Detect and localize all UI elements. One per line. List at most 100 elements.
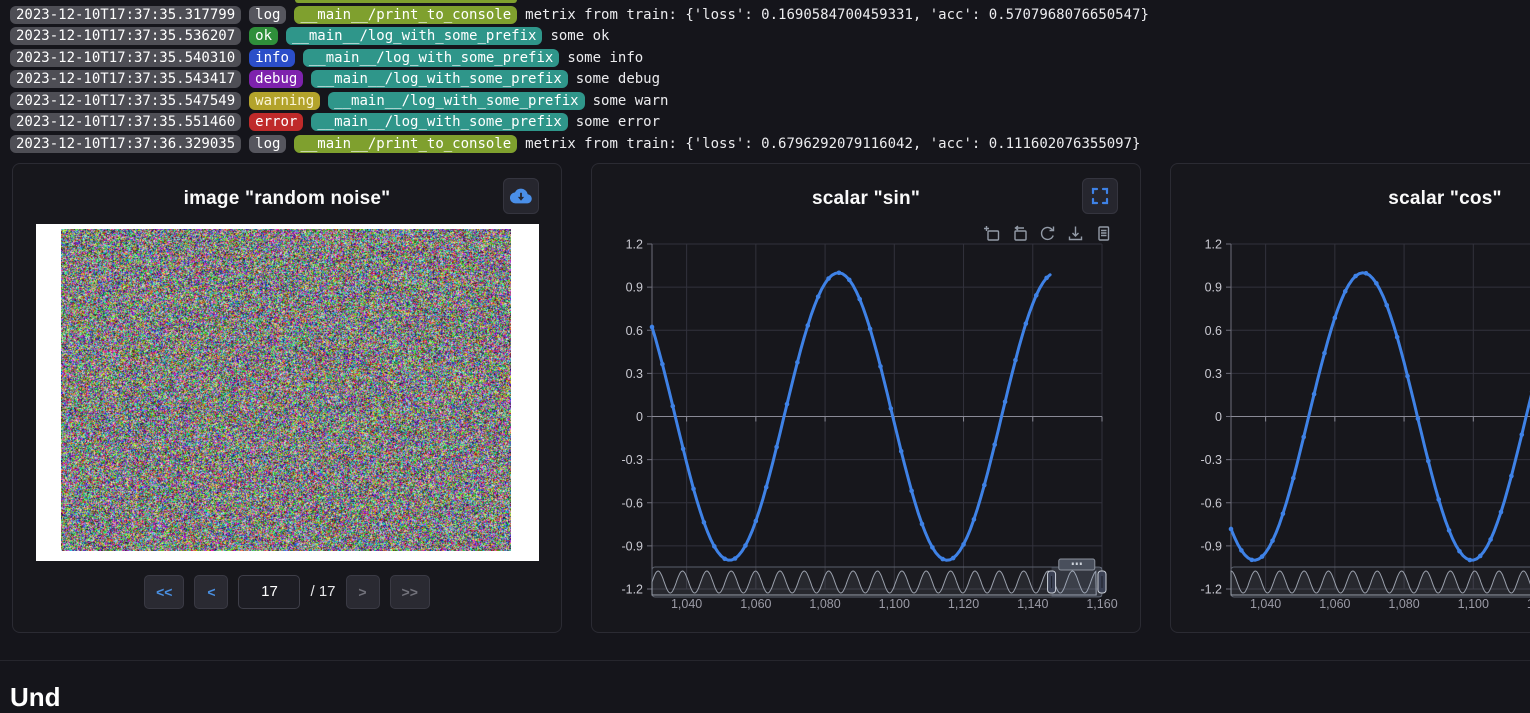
- series-marker: [743, 543, 748, 548]
- series-marker: [1374, 281, 1379, 286]
- page-total-label: / 17: [310, 583, 335, 600]
- series-marker: [1353, 273, 1358, 278]
- series-marker: [1281, 511, 1286, 516]
- y-tick-label: -0.6: [621, 496, 643, 510]
- series-marker: [785, 401, 790, 406]
- series-marker: [992, 442, 997, 447]
- log-prefix-badge: __main__/log_with_some_prefix: [328, 92, 584, 110]
- series-marker: [982, 482, 987, 487]
- log-prefix-badge: __main__/log_with_some_prefix: [311, 70, 567, 88]
- series-marker: [1384, 302, 1389, 307]
- sin-chart-card: scalar "sin": [591, 163, 1141, 633]
- sin-chart[interactable]: 1.20.90.60.30-0.3-0.6-0.9-1.21,0401,0601…: [592, 234, 1142, 629]
- x-tick-label: 1,100: [879, 597, 910, 611]
- series-marker: [951, 555, 956, 560]
- series-marker: [733, 556, 738, 561]
- series-marker: [702, 520, 707, 525]
- log-prefix-badge: __main__/log_with_some_prefix: [311, 113, 567, 131]
- series-marker: [1291, 475, 1296, 480]
- x-tick-label: 1,040: [1250, 597, 1281, 611]
- console-log: 2023-12-10T17:37:35.317799log__main__/pr…: [0, 0, 1530, 155]
- save-image-icon[interactable]: [1067, 225, 1084, 242]
- log-prefix-badge: __main__/log_with_some_prefix: [286, 27, 542, 45]
- y-tick-label: 1.2: [1205, 237, 1222, 251]
- series-marker: [670, 403, 675, 408]
- x-tick-label: 1,080: [1388, 597, 1419, 611]
- series-marker: [650, 324, 655, 329]
- series-marker: [816, 294, 821, 299]
- series-marker: [1426, 458, 1431, 463]
- series-marker: [889, 406, 894, 411]
- series-marker: [1260, 554, 1265, 559]
- series-marker: [1312, 391, 1317, 396]
- series-marker: [1333, 315, 1338, 320]
- log-message: metrix from train: {'loss': 0.6796292079…: [525, 136, 1140, 152]
- series-marker: [1509, 473, 1514, 478]
- cos-chart[interactable]: 1.20.90.60.30-0.3-0.6-0.9-1.21,0401,0601…: [1171, 234, 1530, 629]
- series-marker: [847, 277, 852, 282]
- first-page-button[interactable]: <<: [144, 575, 184, 609]
- cos-chart-card: scalar "cos" 1.20.90.60.30-0.3-0.6-0.9-1…: [1170, 163, 1530, 633]
- series-marker: [1044, 275, 1049, 280]
- series-marker: [754, 518, 759, 523]
- pagination: << < / 17 > >>: [13, 575, 561, 609]
- y-tick-label: 0.3: [1205, 366, 1222, 380]
- prev-page-button[interactable]: <: [194, 575, 228, 609]
- y-tick-label: 0: [1215, 410, 1222, 424]
- y-tick-label: 0.3: [626, 366, 643, 380]
- series-marker: [1249, 557, 1254, 562]
- datazoom-window[interactable]: [1052, 567, 1102, 597]
- series-marker: [930, 545, 935, 550]
- image-card: image "random noise" << < / 17 > >>: [12, 163, 562, 633]
- last-page-button[interactable]: >>: [390, 575, 430, 609]
- x-tick-label: 1,080: [809, 597, 840, 611]
- y-tick-label: 0.9: [1205, 280, 1222, 294]
- log-timestamp: 2023-12-10T17:37:35.543417: [10, 70, 241, 88]
- fullscreen-icon: [1091, 187, 1109, 205]
- chart-toolbar: [983, 225, 1112, 242]
- download-button[interactable]: [503, 178, 539, 214]
- next-page-button[interactable]: >: [346, 575, 380, 609]
- log-message: some warn: [593, 93, 669, 109]
- page-input[interactable]: [238, 575, 300, 609]
- series-marker: [1478, 553, 1483, 558]
- series-marker: [691, 486, 696, 491]
- x-tick-label: 1,160: [1086, 597, 1117, 611]
- series-marker: [1270, 538, 1275, 543]
- series-marker: [1457, 548, 1462, 553]
- data-view-icon[interactable]: [1095, 225, 1112, 242]
- series-marker: [1436, 497, 1441, 502]
- x-tick-label: 1,060: [1319, 597, 1350, 611]
- series-marker: [837, 270, 842, 275]
- series-marker: [1519, 432, 1524, 437]
- y-tick-label: -1.2: [621, 582, 643, 596]
- zoom-reset-icon[interactable]: [1011, 225, 1028, 242]
- series-marker: [1013, 357, 1018, 362]
- series-marker: [1301, 434, 1306, 439]
- zoom-select-icon[interactable]: [983, 225, 1000, 242]
- series-marker: [972, 517, 977, 522]
- series-marker: [899, 448, 904, 453]
- y-tick-label: -0.3: [1200, 453, 1222, 467]
- y-tick-label: 0.6: [626, 323, 643, 337]
- y-tick-label: -0.9: [621, 539, 643, 553]
- restore-icon[interactable]: [1039, 225, 1056, 242]
- series-marker: [961, 542, 966, 547]
- series-marker: [1395, 334, 1400, 339]
- series-marker: [660, 361, 665, 366]
- series-marker: [920, 521, 925, 526]
- series-marker: [909, 488, 914, 493]
- log-prefix-badge: __main__/log_with_some_prefix: [303, 49, 559, 67]
- series-marker: [1343, 289, 1348, 294]
- log-level-badge: debug: [249, 70, 303, 88]
- x-tick-label: 1,040: [671, 597, 702, 611]
- series-marker: [868, 326, 873, 331]
- series-marker: [826, 276, 831, 281]
- y-tick-label: 0: [636, 410, 643, 424]
- clipped-log-row: [295, 0, 517, 3]
- section-divider: [0, 660, 1530, 661]
- fullscreen-button[interactable]: [1082, 178, 1118, 214]
- cos-card-title: scalar "cos": [1171, 188, 1530, 210]
- y-tick-label: -0.6: [1200, 496, 1222, 510]
- series-marker: [1488, 537, 1493, 542]
